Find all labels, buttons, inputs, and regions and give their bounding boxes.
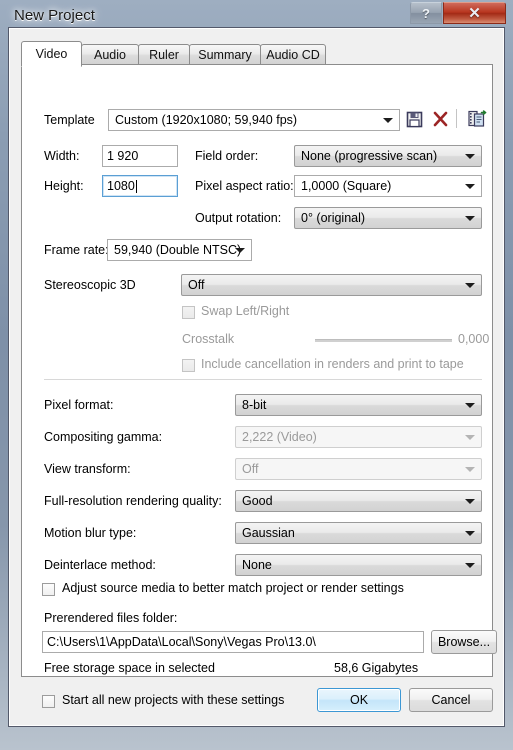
tab-audio-cd[interactable]: Audio CD [260,44,326,65]
section-divider [44,379,482,380]
tab-summary[interactable]: Summary [189,44,261,65]
pixel-aspect-value: 1,0000 (Square) [301,179,392,193]
full-res-quality-combo[interactable]: Good [235,490,482,512]
field-order-label: Field order: [195,149,259,163]
width-value: 1 920 [107,149,139,163]
adjust-source-media-checkbox[interactable] [42,583,55,596]
startup-default-label: Start all new projects with these settin… [62,693,285,707]
pixel-format-label: Pixel format: [44,398,114,412]
free-space-value: 58,6 Gigabytes [334,661,419,675]
tab-video[interactable]: Video [21,41,82,67]
view-transform-label: View transform: [44,462,131,476]
template-value: Custom (1920x1080; 59,940 fps) [115,113,298,127]
height-input[interactable]: 1080 [102,175,178,197]
frame-rate-value: 59,940 (Double NTSC) [114,243,242,257]
width-label: Width: [44,149,80,163]
prerender-folder-label: Prerendered files folder: [44,611,178,625]
delete-template-icon[interactable] [433,111,448,130]
text-caret [135,179,137,193]
tab-audio-label: Audio [94,47,126,62]
crosstalk-value: 0,000 [458,332,490,346]
field-order-combo[interactable]: None (progressive scan) [294,145,482,167]
chevron-down-icon [465,184,475,189]
prerender-folder-value: C:\Users\1\AppData\Local\Sony\Vegas Pro\… [47,635,316,649]
window-title: New Project [14,7,95,24]
frame-rate-combo[interactable]: 59,940 (Double NTSC) [107,239,252,261]
ok-button[interactable]: OK [317,688,401,712]
chevron-down-icon [465,216,475,221]
pixel-format-value: 8-bit [242,398,267,412]
height-value: 1080 [107,179,135,193]
chevron-down-icon [465,403,475,408]
output-rotation-value: 0° (original) [301,211,366,225]
stereoscopic-label: Stereoscopic 3D [44,278,136,292]
stereoscopic-mode-value: Off [188,278,205,292]
full-res-quality-value: Good [242,494,273,508]
swap-left-right-label: Swap Left/Right [201,304,290,318]
chevron-down-icon [383,118,393,123]
tab-ruler-label: Ruler [149,47,179,62]
tab-audio[interactable]: Audio [81,44,139,65]
motion-blur-label: Motion blur type: [44,526,137,540]
compositing-gamma-value: 2,222 (Video) [242,430,317,444]
free-space-label: Free storage space in selected [44,661,215,675]
swap-left-right-checkbox[interactable] [182,306,195,319]
chevron-down-icon [235,248,245,253]
pixel-aspect-label: Pixel aspect ratio: [195,179,294,193]
chevron-down-icon [465,283,475,288]
template-label: Template [44,113,95,127]
cancel-button[interactable]: Cancel [409,688,493,712]
output-rotation-combo[interactable]: 0° (original) [294,207,482,229]
width-input[interactable]: 1 920 [102,145,178,167]
full-res-quality-label: Full-resolution rendering quality: [44,494,222,508]
motion-blur-combo[interactable]: Gaussian [235,522,482,544]
crosstalk-slider[interactable] [315,339,452,342]
tab-summary-label: Summary [198,47,252,62]
deinterlace-combo[interactable]: None [235,554,482,576]
help-button[interactable]: ? [410,2,442,24]
tab-video-label: Video [35,47,68,61]
field-order-value: None (progressive scan) [301,149,438,163]
deinterlace-value: None [242,558,272,572]
output-rotation-label: Output rotation: [195,211,282,225]
crosstalk-label: Crosstalk [182,332,235,346]
startup-default-checkbox[interactable] [42,695,55,708]
pixel-aspect-combo[interactable]: 1,0000 (Square) [294,175,482,197]
video-tab-page: Template Custom (1920x1080; 59,940 fps) [21,64,497,708]
view-transform-value: Off [242,462,259,476]
dialog-window: New Project ? ✕ Video Audio Ruler Summar… [0,0,513,750]
view-transform-combo: Off [235,458,482,480]
ok-button-label: OK [349,693,369,707]
new-project-dialog: Video Audio Ruler Summary Audio CD Templ… [8,27,505,727]
browse-button-label: Browse... [437,635,491,649]
match-media-settings-icon[interactable] [468,110,487,131]
chevron-down-icon [465,154,475,159]
include-cancellation-checkbox[interactable] [182,359,195,372]
chevron-down-icon [465,531,475,536]
tab-ruler[interactable]: Ruler [138,44,190,65]
deinterlace-label: Deinterlace method: [44,558,156,572]
stereoscopic-mode-combo[interactable]: Off [181,274,482,296]
template-combo[interactable]: Custom (1920x1080; 59,940 fps) [108,109,400,131]
chevron-down-icon [465,435,475,440]
tab-strip: Video Audio Ruler Summary Audio CD [21,41,493,67]
motion-blur-value: Gaussian [242,526,295,540]
close-button[interactable]: ✕ [443,2,506,24]
compositing-gamma-combo: 2,222 (Video) [235,426,482,448]
frame-rate-label: Frame rate: [44,243,109,257]
compositing-gamma-label: Compositing gamma: [44,430,163,444]
prerender-folder-input[interactable]: C:\Users\1\AppData\Local\Sony\Vegas Pro\… [42,631,424,653]
height-label: Height: [44,179,84,193]
chevron-down-icon [465,467,475,472]
cancel-button-label: Cancel [431,693,471,707]
browse-button[interactable]: Browse... [431,630,497,654]
pixel-format-combo[interactable]: 8-bit [235,394,482,416]
save-template-icon[interactable] [406,111,423,131]
chevron-down-icon [465,563,475,568]
include-cancellation-label: Include cancellation in renders and prin… [201,357,464,371]
tab-audio-cd-label: Audio CD [266,47,320,62]
adjust-source-media-label: Adjust source media to better match proj… [62,581,404,595]
chevron-down-icon [465,499,475,504]
toolbar-divider [456,109,457,128]
